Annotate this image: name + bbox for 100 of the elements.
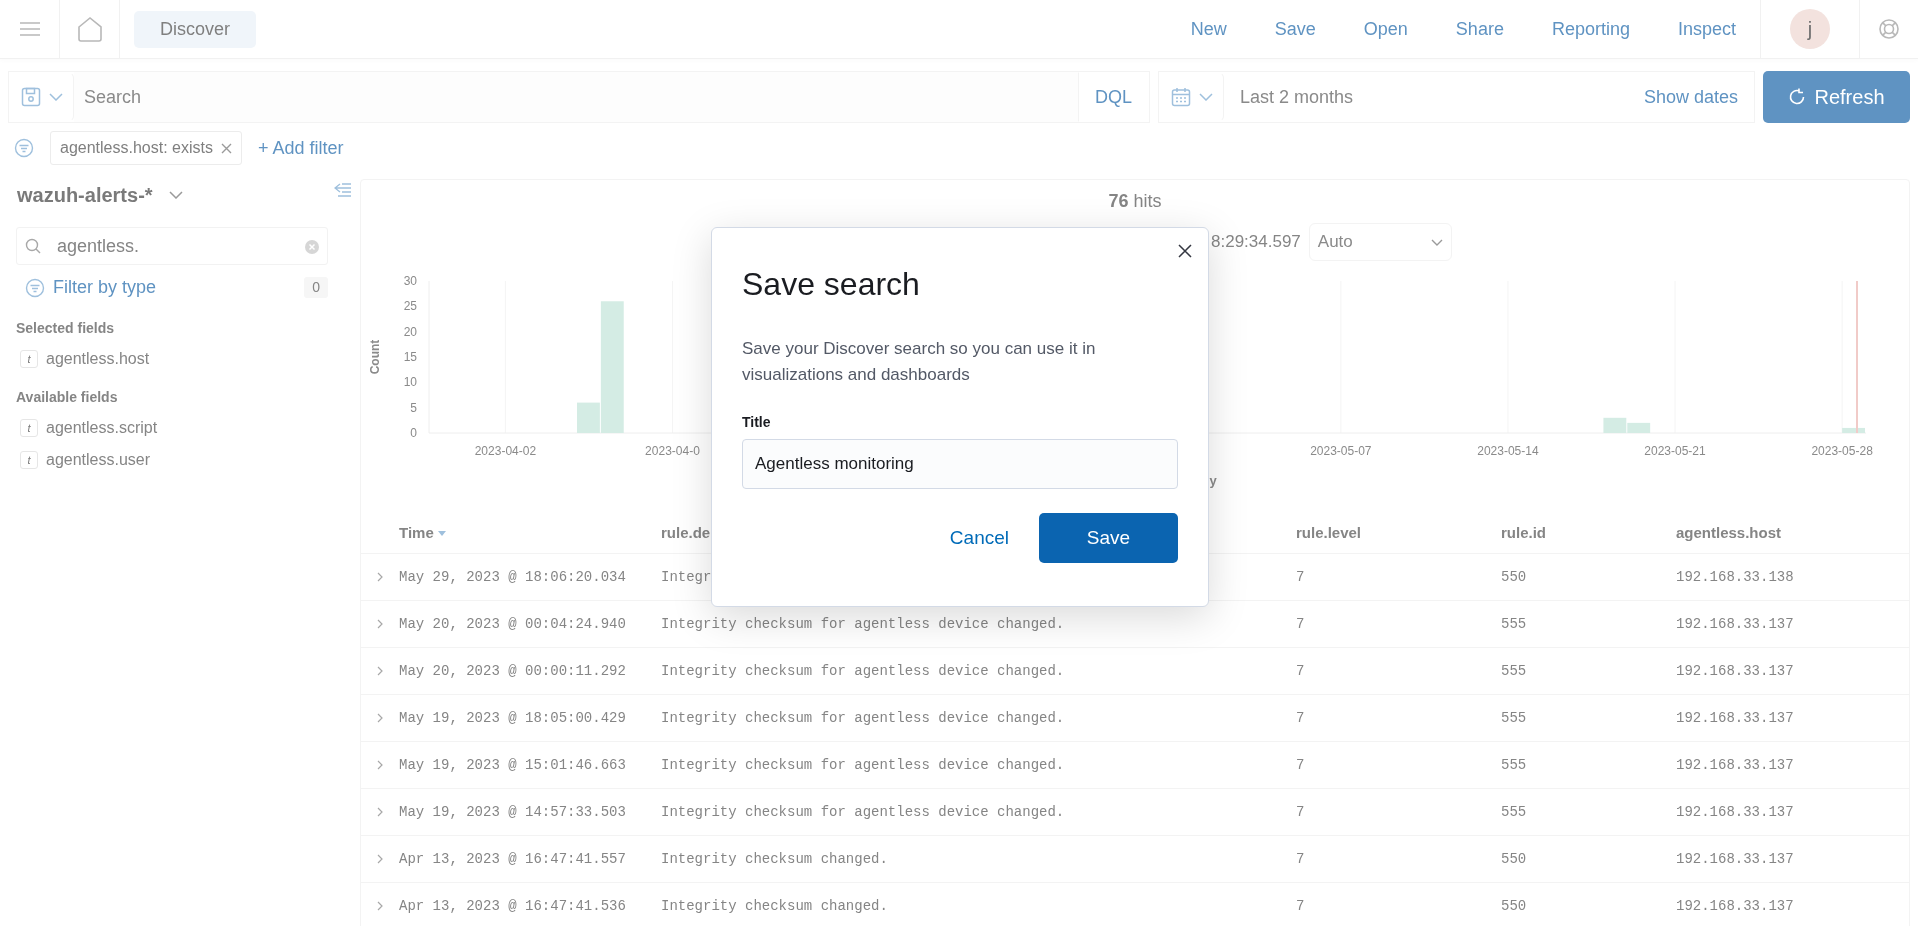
- chevron-right-icon[interactable]: [377, 572, 383, 582]
- table-cell: 7: [1296, 897, 1305, 914]
- field-name[interactable]: agentless.user: [46, 448, 151, 472]
- axis-tick-label: 2023-05-07: [1310, 444, 1372, 458]
- menu-link[interactable]: Save: [1274, 15, 1316, 43]
- column-header[interactable]: rule.id: [1501, 522, 1546, 545]
- column-header[interactable]: rule.level: [1296, 522, 1362, 545]
- axis-tick-label: 2023-04-02: [474, 444, 537, 458]
- axis-tick-label: 2023-04-0: [645, 444, 700, 458]
- add-filter-link[interactable]: + Add filter: [257, 134, 344, 162]
- search-icon: [25, 238, 41, 254]
- table-cell: Apr 13, 2023 @ 16:47:41.536: [399, 897, 626, 914]
- menu-link[interactable]: Reporting: [1551, 15, 1630, 43]
- close-icon[interactable]: [220, 142, 232, 154]
- table-cell: 192.168.33.137: [1676, 897, 1794, 914]
- chevron-right-icon[interactable]: [377, 901, 383, 911]
- refresh-icon: [1788, 88, 1807, 106]
- avatar[interactable]: j: [1790, 9, 1830, 49]
- filter-count: 0: [304, 277, 328, 298]
- chart-bar[interactable]: [1603, 417, 1627, 433]
- table-cell: 192.168.33.137: [1676, 756, 1794, 773]
- table-cell: 550: [1501, 568, 1527, 585]
- modal-title: Save search: [742, 265, 921, 304]
- clear-icon[interactable]: [305, 239, 319, 254]
- search-bar[interactable]: Search DQL: [8, 71, 1150, 123]
- field-type-badge: t: [20, 350, 38, 368]
- field-search[interactable]: agentless.: [16, 227, 328, 265]
- column-header[interactable]: Time: [399, 522, 434, 545]
- filter-pill[interactable]: agentless.host: exists: [50, 131, 242, 165]
- modal-description: Save your Discover search so you can use it in visualizations and dashboards: [742, 338, 1097, 386]
- table-cell: 7: [1296, 662, 1305, 679]
- save-button[interactable]: Save: [1039, 513, 1178, 563]
- chart-bar[interactable]: [577, 402, 600, 433]
- breadcrumb[interactable]: Discover: [134, 10, 256, 48]
- table-cell: 550: [1501, 850, 1527, 867]
- field-label: Title: [742, 413, 772, 432]
- table-cell: May 20, 2023 @ 00:04:24.940: [399, 615, 626, 632]
- menu-link[interactable]: Open: [1363, 15, 1408, 43]
- axis-tick-label: 10: [403, 375, 417, 390]
- table-cell: Integrity checksum changed.: [661, 850, 888, 867]
- table-cell: Apr 13, 2023 @ 16:47:41.557: [399, 850, 626, 867]
- field-name[interactable]: agentless.script: [46, 416, 158, 440]
- section-heading: Available fields: [16, 388, 119, 407]
- chevron-down-icon: [48, 93, 63, 101]
- filter-icon[interactable]: [14, 138, 34, 158]
- table-cell: May 19, 2023 @ 15:01:46.663: [399, 756, 626, 773]
- collapse-icon[interactable]: [334, 182, 352, 197]
- table-cell: Integrity checksum for agentless device changed.: [661, 803, 1065, 820]
- chart-bar[interactable]: [1842, 427, 1865, 433]
- table-cell: 7: [1296, 803, 1305, 820]
- table-cell: 7: [1296, 615, 1305, 632]
- chevron-right-icon[interactable]: [377, 807, 383, 817]
- table-cell: 550: [1501, 897, 1527, 914]
- interval-select[interactable]: Auto: [1308, 223, 1452, 261]
- table-cell: Integrity checksum for agentless device changed.: [661, 615, 1065, 632]
- refresh-button[interactable]: Refresh: [1763, 71, 1910, 123]
- menu-link[interactable]: New: [1190, 15, 1227, 43]
- axis-tick-label: 2023-05-14: [1477, 444, 1539, 458]
- time-range: 8:29:34.597: [1211, 231, 1301, 254]
- chevron-right-icon[interactable]: [377, 666, 383, 676]
- chevron-right-icon[interactable]: [377, 854, 383, 864]
- query-language-button[interactable]: DQL: [1078, 72, 1149, 122]
- field-type-badge: t: [20, 419, 38, 437]
- table-cell: 7: [1296, 568, 1305, 585]
- home-icon[interactable]: [76, 16, 103, 42]
- calendar-icon: [1170, 87, 1191, 107]
- table-cell: 7: [1296, 709, 1305, 726]
- column-header[interactable]: agentless.host: [1676, 522, 1782, 545]
- chevron-down-icon: [1430, 238, 1443, 246]
- chevron-down-icon: [1198, 93, 1213, 101]
- menu-link[interactable]: Share: [1455, 15, 1504, 43]
- help-icon[interactable]: [1878, 18, 1900, 40]
- chevron-right-icon[interactable]: [377, 713, 383, 723]
- chevron-right-icon[interactable]: [377, 760, 383, 770]
- column-header[interactable]: rule.de: [661, 522, 711, 545]
- show-dates-link[interactable]: Show dates: [1643, 83, 1754, 111]
- menu-link[interactable]: Inspect: [1677, 15, 1736, 43]
- axis-tick-label: 30: [403, 274, 417, 288]
- axis-tick-label: 15: [403, 350, 417, 364]
- table-cell: May 19, 2023 @ 14:57:33.503: [399, 803, 626, 820]
- field-name[interactable]: agentless.host: [46, 347, 150, 371]
- table-cell: 555: [1501, 662, 1527, 679]
- cancel-button[interactable]: Cancel: [943, 522, 1015, 554]
- chart-bar[interactable]: [600, 301, 624, 433]
- hits-count: 76 hits: [1108, 191, 1162, 211]
- axis-tick-label: 5: [410, 400, 417, 415]
- chart-bar[interactable]: [1627, 422, 1651, 433]
- field-type-badge: t: [20, 451, 38, 469]
- table-cell: Integrity checksum for agentless device changed.: [661, 662, 1065, 679]
- menu-icon[interactable]: [18, 21, 41, 37]
- title-field[interactable]: Agentless monitoring: [742, 439, 1178, 489]
- date-range[interactable]: Last 2 months: [1224, 83, 1354, 111]
- filter-icon: [25, 277, 45, 298]
- index-pattern-selector[interactable]: wazuh-alerts-*: [16, 179, 184, 211]
- chevron-right-icon[interactable]: [377, 619, 383, 629]
- table-cell: May 19, 2023 @ 18:05:00.429: [399, 709, 626, 726]
- table-cell: 555: [1501, 803, 1527, 820]
- table-cell: Integr: [661, 568, 712, 585]
- filter-by-type-button[interactable]: Filter by type: [24, 273, 158, 302]
- sort-down-icon[interactable]: [437, 531, 446, 536]
